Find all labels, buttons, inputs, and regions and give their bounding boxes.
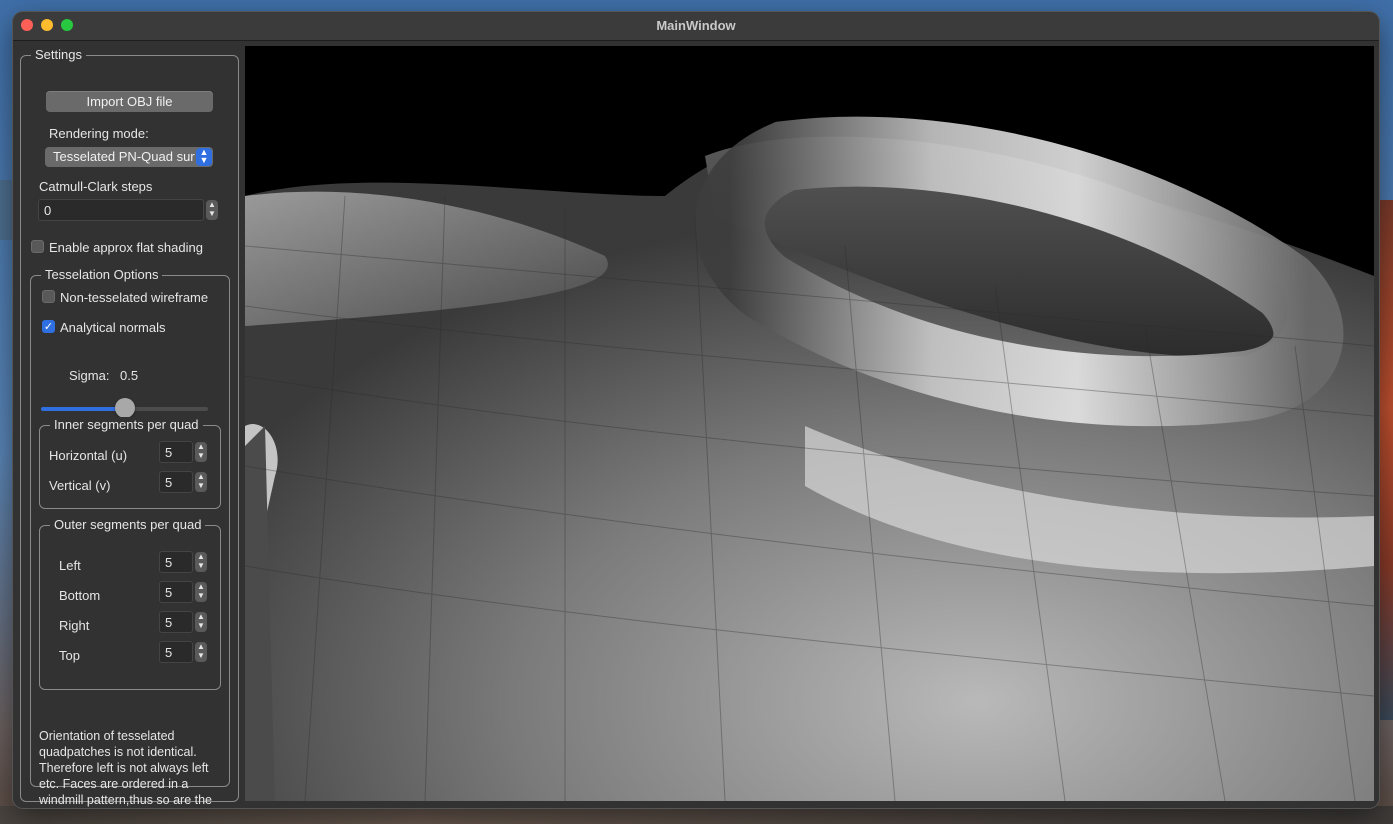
flat-shading-checkbox[interactable] — [31, 240, 44, 253]
catmull-clark-stepper[interactable]: ▲ ▼ — [206, 200, 218, 220]
inner-segments-title: Inner segments per quad — [50, 417, 203, 432]
analytical-normals-label: Analytical normals — [60, 320, 166, 335]
sigma-value: 0.5 — [120, 368, 139, 383]
left-stepper[interactable]: ▲ ▼ — [195, 552, 207, 572]
catmull-clark-input[interactable]: 0 — [38, 199, 204, 221]
title-bar[interactable]: MainWindow — [13, 12, 1379, 41]
flat-shading-label: Enable approx flat shading — [49, 240, 203, 255]
right-label: Right — [59, 618, 90, 633]
rendering-mode-label: Rendering mode: — [49, 126, 149, 141]
catmull-clark-label: Catmull-Clark steps — [39, 179, 153, 194]
tesselation-options-title: Tesselation Options — [41, 267, 163, 282]
wireframe-label: Non-tesselated wireframe — [60, 290, 209, 305]
vertical-stepper[interactable]: ▲ ▼ — [195, 472, 207, 492]
outer-segments-group: Outer segments per quad Left 5 ▲ ▼ Bottom… — [39, 517, 221, 690]
bottom-input[interactable]: 5 — [159, 581, 193, 603]
desktop-background-left — [0, 180, 14, 240]
bottom-stepper[interactable]: ▲ ▼ — [195, 582, 207, 602]
horizontal-stepper[interactable]: ▲ ▼ — [195, 442, 207, 462]
top-label: Top — [59, 648, 80, 663]
rendering-mode-value: Tesselated PN-Quad surface — [53, 149, 195, 164]
settings-title: Settings — [31, 47, 86, 62]
settings-panel: Settings Import OBJ file Rendering mode:… — [20, 47, 239, 807]
orientation-note: Orientation of tesselated quadpatches is… — [39, 729, 213, 807]
rendered-mesh — [245, 116, 1374, 801]
right-input[interactable]: 5 — [159, 611, 193, 633]
top-input[interactable]: 5 — [159, 641, 193, 663]
analytical-normals-checkbox[interactable]: ✓ — [42, 320, 55, 333]
horizontal-label: Horizontal (u) — [49, 448, 128, 463]
import-obj-button[interactable]: Import OBJ file — [46, 91, 213, 112]
render-viewport[interactable] — [245, 46, 1374, 801]
left-input[interactable]: 5 — [159, 551, 193, 573]
outer-segments-title: Outer segments per quad — [50, 517, 206, 532]
top-stepper[interactable]: ▲ ▼ — [195, 642, 207, 662]
sigma-label: Sigma: — [69, 368, 110, 383]
bottom-label: Bottom — [59, 588, 101, 603]
sigma-slider-fill — [41, 407, 125, 411]
vertical-label: Vertical (v) — [49, 478, 111, 493]
chevron-up-down-icon: ▲ ▼ — [196, 148, 212, 166]
right-stepper[interactable]: ▲ ▼ — [195, 612, 207, 632]
rendering-mode-select[interactable]: Tesselated PN-Quad surface ▲▼ — [45, 147, 213, 167]
window-title: MainWindow — [656, 18, 736, 33]
sigma-slider-thumb[interactable] — [114, 398, 135, 418]
inner-segments-group: Inner segments per quad Horizontal (u) 5… — [39, 417, 221, 509]
left-label: Left — [59, 558, 81, 573]
wireframe-checkbox[interactable] — [42, 290, 55, 303]
vertical-input[interactable]: 5 — [159, 471, 193, 493]
horizontal-input[interactable]: 5 — [159, 441, 193, 463]
main-window: MainWindow Settings Import OBJ file Rend… — [13, 12, 1379, 808]
desktop-background-bottom — [0, 806, 1393, 824]
desktop-background-right — [1379, 200, 1393, 720]
